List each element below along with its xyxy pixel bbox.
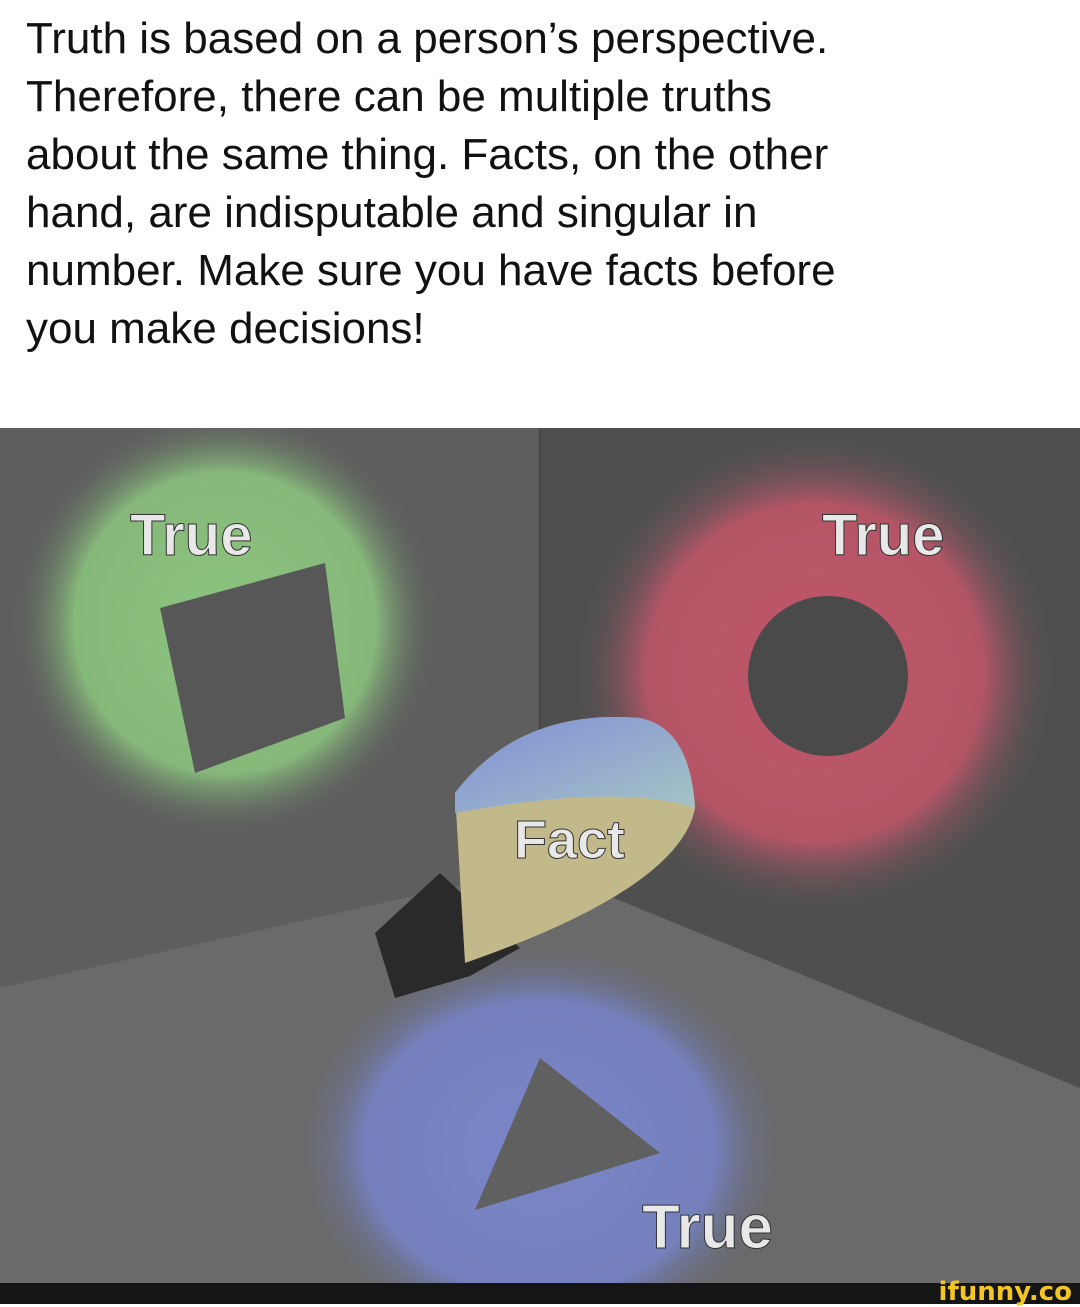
caption-line: Truth is based on a person’s perspective… xyxy=(26,14,829,63)
label-true-red: True xyxy=(822,503,945,568)
caption-line: hand, are indisputable and singular in xyxy=(26,188,758,237)
shadow-projection-scene: True True Fact True xyxy=(0,428,1080,1283)
caption-line: you make decisions! xyxy=(26,304,425,353)
caption: Truth is based on a person’s perspective… xyxy=(26,10,1066,358)
label-true-blue: True xyxy=(642,1193,773,1262)
label-true-green: True xyxy=(130,503,253,568)
ifunny-watermark: ifunny.co xyxy=(938,1277,1072,1307)
caption-line: Therefore, there can be multiple truths xyxy=(26,72,772,121)
label-fact: Fact xyxy=(514,810,625,870)
circle-shadow xyxy=(748,596,908,756)
caption-line: number. Make sure you have facts before xyxy=(26,246,836,295)
caption-line: about the same thing. Facts, on the othe… xyxy=(26,130,829,179)
watermark-bar: ifunny.co xyxy=(0,1277,1080,1307)
